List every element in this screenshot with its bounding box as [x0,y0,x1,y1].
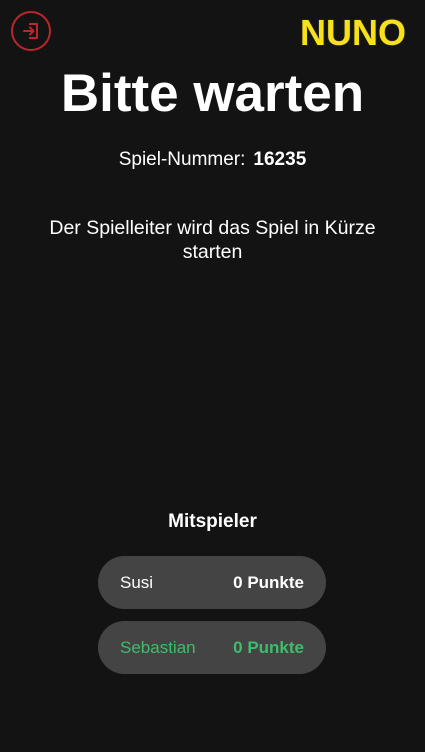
nuno-logo: NUNO [299,12,407,52]
exit-button[interactable] [11,11,51,51]
logo-text: NUNO [300,12,406,52]
player-score: 0 Punkte [233,572,304,592]
player-item: Susi 0 Punkte [98,556,326,609]
player-item-current: Sebastian 0 Punkte [98,621,326,674]
page-title: Bitte warten [60,64,365,123]
players-heading: Mitspieler [168,511,257,532]
waiting-info-text: Der Spielleiter wird das Spiel in Kürze … [49,217,376,263]
exit-icon [23,23,38,39]
waiting-screen: NUNO Bitte warten Spiel-Nummer: 16235 Der… [0,0,425,752]
game-number-row: Spiel-Nummer: 16235 [0,148,425,172]
player-score: 0 Punkte [233,637,304,657]
game-number-label: Spiel-Nummer: [118,149,246,170]
player-name: Susi [120,572,154,592]
game-number-value: 16235 [253,149,307,170]
player-name: Sebastian [120,637,196,657]
